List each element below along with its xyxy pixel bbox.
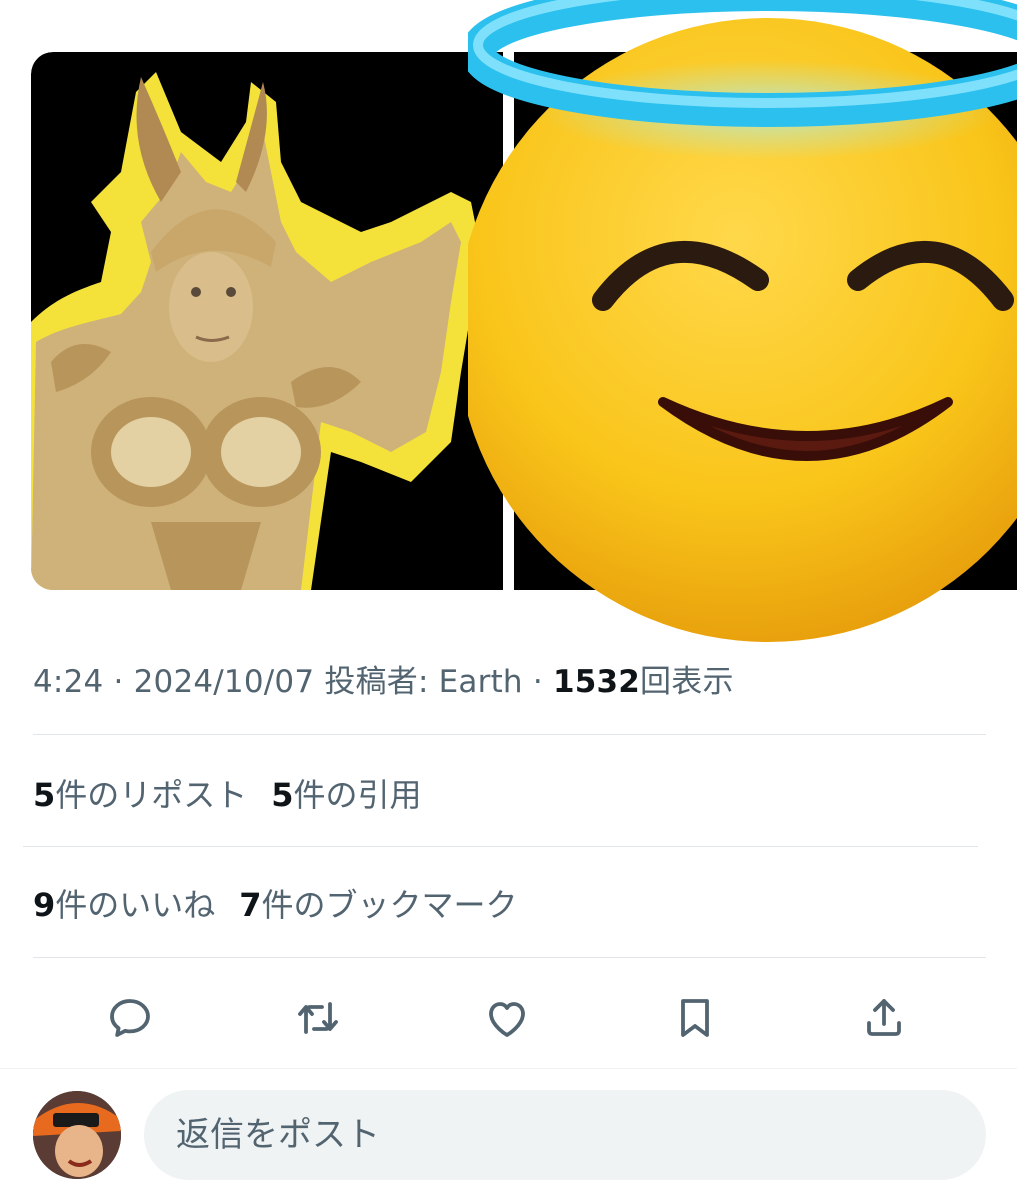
quotes-count: 5 xyxy=(271,776,294,814)
divider xyxy=(33,734,986,735)
action-bar xyxy=(0,990,1017,1046)
quotes-link[interactable]: 5件の引用 xyxy=(271,776,421,814)
reply-composer xyxy=(0,1086,1017,1186)
share-icon xyxy=(867,999,901,1036)
repost-button[interactable] xyxy=(290,990,346,1046)
stats-row-likes: 9件のいいね 7件のブックマーク xyxy=(33,880,518,926)
reposts-label: 件のリポスト xyxy=(55,776,248,814)
likes-label: 件のいいね xyxy=(55,886,216,924)
bookmarks-count: 7 xyxy=(239,886,262,924)
like-button[interactable] xyxy=(479,990,535,1046)
views-count: 1532 xyxy=(552,664,641,700)
smiling-halo-emoji-sticker xyxy=(468,0,1017,642)
like-icon xyxy=(489,1002,525,1037)
meta-separator-2: · xyxy=(522,664,553,700)
tweet-time[interactable]: 4:24 xyxy=(33,664,103,700)
divider xyxy=(23,846,978,847)
likes-count: 9 xyxy=(33,886,56,924)
bookmarks-link[interactable]: 7件のブックマーク xyxy=(239,886,517,924)
likes-link[interactable]: 9件のいいね xyxy=(33,886,215,924)
quotes-label: 件の引用 xyxy=(293,776,422,814)
reposts-count: 5 xyxy=(33,776,56,814)
meta-separator: · xyxy=(103,664,134,700)
bookmarks-label: 件のブックマーク xyxy=(261,886,518,924)
user-avatar[interactable] xyxy=(33,1091,121,1179)
bookmark-icon xyxy=(681,999,709,1037)
bookmark-button[interactable] xyxy=(667,990,723,1046)
reply-input[interactable] xyxy=(144,1090,986,1180)
avatar-image xyxy=(33,1091,121,1179)
tweet-date[interactable]: 2024/10/07 xyxy=(134,664,315,700)
stats-row-reposts: 5件のリポスト 5件の引用 xyxy=(33,770,422,816)
reposts-link[interactable]: 5件のリポスト xyxy=(33,776,247,814)
share-button[interactable] xyxy=(856,990,912,1046)
views-label: 回表示 xyxy=(640,664,734,700)
media-image-armor-costume[interactable] xyxy=(31,52,503,590)
repost-icon xyxy=(298,1002,338,1034)
reply-icon xyxy=(110,999,150,1037)
divider xyxy=(33,957,986,958)
reply-button[interactable] xyxy=(102,990,158,1046)
armor-costume-illustration xyxy=(31,72,481,590)
divider xyxy=(0,1068,1017,1069)
tweet-meta: 4:24 · 2024/10/07 投稿者: Earth · 1532回表示 xyxy=(33,656,734,701)
posted-by: 投稿者: Earth xyxy=(324,664,523,700)
